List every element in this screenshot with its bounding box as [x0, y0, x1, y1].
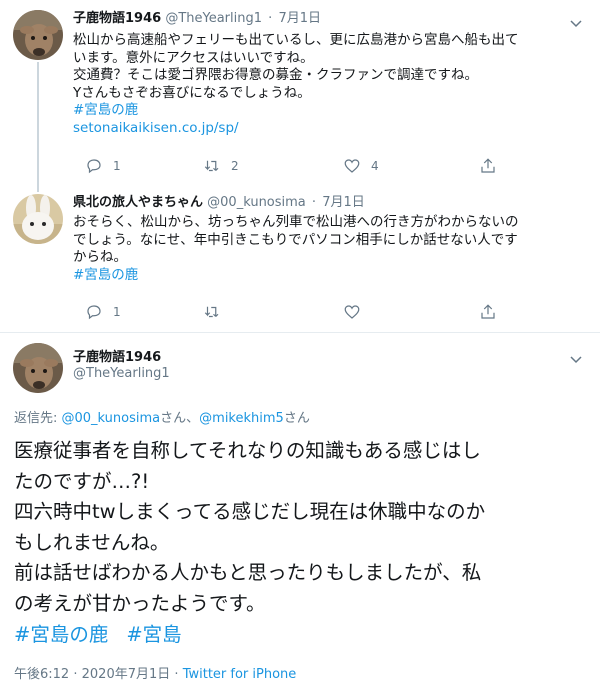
like-button[interactable] [343, 302, 361, 322]
retweet-button[interactable]: 2 [203, 156, 239, 176]
separator: · [174, 667, 179, 682]
tweet-actions: 1 2 4 [73, 156, 513, 176]
hashtag-link[interactable]: #宮島の鹿 [73, 102, 578, 120]
text-line: 松山から高速船やフェリーも出ているし、更に広島港から宮島へ船も出て [73, 32, 519, 48]
divider [0, 332, 600, 333]
hashtag-link[interactable]: #宮島の鹿 [73, 267, 578, 285]
share-icon [481, 304, 495, 319]
display-name[interactable]: 子鹿物語1946 [73, 11, 161, 26]
tweet-time[interactable]: 午後6:12 [14, 667, 69, 682]
text-line: からね。 [73, 249, 127, 265]
url-link[interactable]: setonaikaikisen.co.jp/sp/ [73, 120, 578, 138]
separator: · [73, 667, 78, 682]
chevron-down-icon[interactable] [570, 350, 582, 364]
share-button[interactable] [479, 156, 497, 176]
reply-user-link[interactable]: @00_kunosima [62, 411, 161, 426]
retweet-count: 2 [231, 159, 239, 173]
hashtag-link[interactable]: #宮島 [126, 623, 181, 646]
avatar-deer[interactable] [13, 343, 63, 393]
reply-prefix: 返信先: [14, 411, 62, 426]
thread-line [37, 62, 39, 192]
user-handle[interactable]: @TheYearling1 [73, 366, 170, 381]
tweet-header: 県北の旅人やまちゃん @00_kunosima · 7月1日 [73, 194, 365, 212]
chevron-down-icon[interactable] [570, 14, 582, 28]
like-button[interactable]: 4 [343, 156, 379, 176]
source-link[interactable]: Twitter for iPhone [183, 667, 297, 682]
separator: · [268, 11, 273, 26]
tweet-text: 松山から高速船やフェリーも出ているし、更に広島港から宮島へ船も出て います。意外… [73, 32, 578, 137]
display-name[interactable]: 県北の旅人やまちゃん [73, 195, 203, 210]
avatar-rabbit[interactable] [13, 194, 63, 244]
reply-mid: さん、 [160, 411, 200, 426]
user-handle[interactable]: @TheYearling1 [165, 11, 262, 26]
text-line: 四六時中twしまくってる感じだし現在は休職中なのか [14, 500, 486, 523]
reply-suffix: さん [283, 411, 310, 426]
hashtag-link[interactable]: #宮島の鹿 [14, 623, 108, 646]
text-line: たのですが…?! [14, 469, 150, 493]
text-line: もしれませんね。 [14, 530, 170, 554]
reply-count: 1 [113, 305, 121, 319]
reply-user-link[interactable]: @mikekhim5 [199, 411, 284, 426]
tweet-header: 子鹿物語1946 @TheYearling1 · 7月1日 [73, 10, 321, 28]
tweet-full-date[interactable]: 2020年7月1日 [82, 667, 171, 682]
tweet-date[interactable]: 7月1日 [278, 11, 321, 26]
tweet-date[interactable]: 7月1日 [322, 195, 365, 210]
replying-to: 返信先: @00_kunosimaさん、@mikekhim5さん [14, 407, 310, 426]
avatar-deer[interactable] [13, 10, 63, 60]
retweet-icon [204, 306, 219, 318]
like-icon [344, 159, 360, 173]
share-icon [481, 158, 495, 173]
tweet-text: おそらく、松山から、坊っちゃん列車で松山港への行き方がわからないの でしょう。な… [73, 214, 578, 284]
tweet-meta: 午後6:12 · 2020年7月1日 · Twitter for iPhone [14, 663, 296, 682]
main-tweet-text: 医療従事者を自称してそれなりの知識もある感じはし たのですが…?! 四六時中tw… [14, 436, 586, 619]
text-line: 前は話せばわかる人かもと思ったりもしましたが、私 [14, 561, 482, 584]
text-line: 医療従事者を自称してそれなりの知識もある感じはし [14, 439, 481, 462]
text-line: の考えが甘かったようです。 [14, 591, 266, 615]
display-name[interactable]: 子鹿物語1946 [73, 346, 161, 365]
share-button[interactable] [479, 302, 497, 322]
reply-button[interactable]: 1 [85, 302, 121, 322]
retweet-button[interactable] [203, 302, 221, 322]
like-icon [344, 305, 360, 319]
tweet-actions: 1 [73, 302, 513, 322]
text-line: でしょう。なにせ、年中引きこもりでパソコン相手にしか話せない人です [73, 231, 518, 248]
text-line: Yさんもさぞお喜びになるでしょうね。 [73, 84, 311, 101]
text-line: おそらく、松山から、坊っちゃん列車で松山港への行き方がわからないの [73, 214, 519, 230]
text-line: います。意外にアクセスはいいですね。 [73, 49, 314, 66]
hashtag-list: #宮島の鹿 #宮島 [14, 621, 200, 649]
retweet-icon [204, 160, 219, 172]
reply-icon [87, 159, 101, 174]
like-count: 4 [371, 159, 379, 173]
text-line: 交通費？そこは愛ゴ界隈お得意の募金・クラファンで調達ですね。 [73, 67, 478, 83]
reply-button[interactable]: 1 [85, 156, 121, 176]
user-handle[interactable]: @00_kunosima [207, 195, 306, 210]
reply-icon [87, 305, 101, 320]
separator: · [311, 195, 317, 210]
reply-count: 1 [113, 159, 121, 173]
